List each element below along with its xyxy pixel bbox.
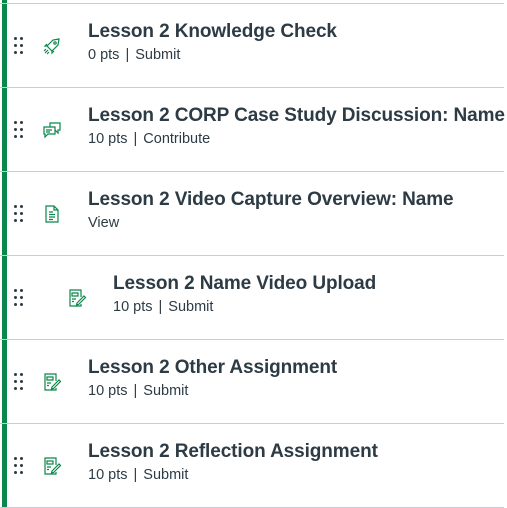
item-title[interactable]: Lesson 2 CORP Case Study Discussion: Nam… <box>88 105 505 127</box>
item-title[interactable]: Lesson 2 Name Video Upload <box>113 273 376 295</box>
separator: | <box>133 383 138 399</box>
item-points: 10 pts <box>113 299 153 315</box>
item-points: 0 pts <box>88 47 120 63</box>
discussion-icon <box>42 120 62 140</box>
item-action: Submit <box>135 47 181 63</box>
separator: | <box>133 131 138 147</box>
item-title[interactable]: Lesson 2 Video Capture Overview: Name <box>88 189 454 211</box>
module-item[interactable]: Lesson 2 CORP Case Study Discussion: Nam… <box>0 87 505 171</box>
assignment-icon <box>42 372 62 392</box>
item-action: Submit <box>168 299 214 315</box>
module-item[interactable]: Lesson 2 Reflection Assignment 10 pts | Su… <box>0 423 504 508</box>
item-title[interactable]: Lesson 2 Knowledge Check <box>88 21 337 43</box>
drag-handle-icon[interactable] <box>14 373 24 391</box>
separator: | <box>125 47 130 63</box>
page-document-icon <box>42 204 62 224</box>
drag-handle-icon[interactable] <box>14 121 24 139</box>
separator: | <box>133 467 138 483</box>
item-action: View <box>88 215 120 231</box>
separator: | <box>158 299 163 315</box>
item-points: 10 pts <box>88 467 128 483</box>
item-title[interactable]: Lesson 2 Reflection Assignment <box>88 441 378 463</box>
item-action: Submit <box>143 467 189 483</box>
item-action: Submit <box>143 383 189 399</box>
drag-handle-icon[interactable] <box>14 37 24 55</box>
assignment-icon <box>67 288 87 308</box>
assignment-icon <box>42 456 62 476</box>
module-items-list: Lesson 2 Knowledge Check 0 pts | Submit Le… <box>0 3 505 508</box>
drag-handle-icon[interactable] <box>14 457 24 475</box>
drag-handle-icon[interactable] <box>14 205 24 223</box>
quiz-rocket-icon <box>42 36 62 56</box>
item-action: Contribute <box>143 131 211 147</box>
item-points: 10 pts <box>88 383 128 399</box>
module-item[interactable]: Lesson 2 Name Video Upload 10 pts | Submit <box>0 255 504 339</box>
module-item[interactable]: Lesson 2 Other Assignment 10 pts | Submit <box>0 339 504 423</box>
item-title[interactable]: Lesson 2 Other Assignment <box>88 357 337 379</box>
module-item[interactable]: Lesson 2 Video Capture Overview: Name Vi… <box>0 171 504 255</box>
module-item[interactable]: Lesson 2 Knowledge Check 0 pts | Submit <box>0 3 504 87</box>
item-points: 10 pts <box>88 131 128 147</box>
drag-handle-icon[interactable] <box>14 289 24 307</box>
